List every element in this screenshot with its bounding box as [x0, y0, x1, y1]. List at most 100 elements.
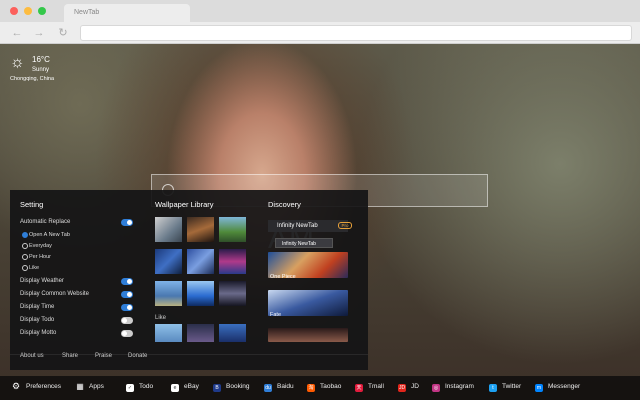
wallpaper-thumbnail[interactable] [219, 281, 246, 306]
reload-icon[interactable]: ↻ [56, 26, 70, 40]
ebay-icon: e [171, 384, 179, 392]
shortcut-label: Messenger [548, 383, 581, 390]
check-icon: ✓ [126, 384, 134, 392]
grid-icon: ▦ [76, 382, 84, 391]
wallpaper-thumbnail[interactable] [187, 217, 214, 242]
maximize-window-button[interactable] [38, 7, 46, 15]
navigation-bar: ← → ↻ [0, 22, 640, 44]
donate-link[interactable]: Donate [128, 353, 147, 359]
title-bar: NewTab [0, 0, 640, 22]
instagram-icon: ◎ [432, 384, 440, 392]
liked-wallpaper-thumbnail[interactable] [155, 324, 182, 342]
liked-wallpaper-thumbnail[interactable] [219, 324, 246, 342]
shortcut-taobao[interactable]: 淘 Taobao [307, 380, 341, 394]
radio-label: Open A New Tab [29, 232, 70, 238]
shortcut-ebay[interactable]: e eBay [171, 380, 199, 394]
minimize-window-button[interactable] [24, 7, 32, 15]
display-weather-label: Display Weather [20, 278, 64, 284]
display-time-toggle[interactable] [121, 304, 133, 311]
close-window-button[interactable] [10, 7, 18, 15]
twitter-icon: t [489, 384, 497, 392]
shortcut-baidu[interactable]: du Baidu [264, 380, 294, 394]
discovery-card-label: One Piece [270, 274, 296, 280]
automatic-replace-label: Automatic Replace [20, 219, 71, 225]
arrow-left-icon[interactable]: ← [10, 26, 24, 40]
wallpaper-background: ☼ 16°C Sunny Chongqing, China AM Setting… [0, 44, 640, 400]
discovery-title: Discovery [268, 200, 301, 209]
shortcut-label: Booking [226, 383, 250, 390]
gear-icon: ⚙ [11, 381, 21, 391]
display-motto-toggle[interactable] [121, 330, 133, 337]
messenger-icon: m [535, 384, 543, 392]
display-weather-toggle[interactable] [121, 278, 133, 285]
address-bar[interactable] [80, 25, 632, 41]
shortcut-tmall[interactable]: 天 Tmall [355, 380, 384, 394]
shortcut-label: Baidu [277, 383, 294, 390]
radio-like[interactable]: Like [22, 265, 39, 271]
preferences-button[interactable]: ⚙ Preferences [11, 380, 61, 394]
about-us-link[interactable]: About us [20, 353, 44, 359]
pro-badge: Pro [338, 222, 352, 229]
radio-label: Everyday [29, 243, 52, 249]
share-link[interactable]: Share [62, 353, 78, 359]
preferences-panel: Setting Automatic Replace Open A New Tab… [10, 190, 368, 370]
infinity-newtab-label: Infinity NewTab [277, 223, 318, 229]
shortcut-messenger[interactable]: m Messenger [535, 380, 580, 394]
wallpaper-thumbnail[interactable] [219, 217, 246, 242]
radio-per-hour[interactable]: Per Hour [22, 254, 51, 260]
sun-icon: ☼ [10, 54, 25, 71]
shortcut-instagram[interactable]: ◎ Instagram [432, 380, 474, 394]
liked-wallpaper-thumbnail[interactable] [187, 324, 214, 342]
display-motto-label: Display Motto [20, 330, 57, 336]
weather-location: Chongqing, China [10, 76, 55, 82]
newtab-tooltip: Infinity NewTab [275, 238, 333, 248]
bottom-bar: ⚙ Preferences ▦ Apps ✓ Todo e eBay B Booking … [0, 376, 640, 400]
discovery-card-label: Fate [270, 312, 282, 318]
wallpaper-thumbnail[interactable] [219, 249, 246, 274]
like-section-label: Like [155, 315, 167, 321]
wallpaper-library-title: Wallpaper Library [155, 200, 214, 209]
shortcut-label: Tmall [368, 383, 384, 390]
browser-chrome: NewTab ← → ↻ [0, 0, 640, 44]
shortcut-label: Twitter [502, 383, 522, 390]
booking-icon: B [213, 384, 221, 392]
wallpaper-thumbnail[interactable] [187, 249, 214, 274]
tab-title: NewTab [74, 9, 100, 16]
apps-button[interactable]: ▦ Apps [76, 380, 104, 394]
setting-title: Setting [20, 200, 44, 209]
jd-icon: JD [398, 384, 406, 392]
radio-label: Like [29, 265, 40, 271]
shortcut-jd[interactable]: JD JD [398, 380, 419, 394]
wallpaper-thumbnail[interactable] [155, 217, 182, 242]
automatic-replace-toggle[interactable] [121, 219, 133, 226]
weather-temperature: 16°C [32, 55, 50, 64]
browser-tab[interactable]: NewTab [64, 4, 190, 22]
wallpaper-thumbnail[interactable] [155, 281, 182, 306]
shortcut-todo[interactable]: ✓ Todo [126, 380, 153, 394]
weather-condition: Sunny [32, 67, 50, 73]
taobao-icon: 淘 [307, 384, 315, 392]
display-todo-label: Display Todo [20, 317, 55, 323]
display-common-website-toggle[interactable] [121, 291, 133, 298]
infinity-newtab-button[interactable]: Infinity NewTab [268, 220, 348, 232]
wallpaper-thumbnail[interactable] [155, 249, 182, 274]
discovery-card-one-piece[interactable]: One Piece [268, 252, 348, 280]
tmall-icon: 天 [355, 384, 363, 392]
shortcut-booking[interactable]: B Booking [213, 380, 250, 394]
shortcut-label: JD [411, 383, 419, 390]
shortcut-label: eBay [184, 383, 199, 390]
display-todo-toggle[interactable] [121, 317, 133, 324]
shortcut-label: Instagram [445, 383, 474, 390]
apps-label: Apps [89, 383, 104, 390]
wallpaper-thumbnail[interactable] [187, 281, 214, 306]
discovery-card[interactable] [268, 328, 348, 342]
shortcut-twitter[interactable]: t Twitter [489, 380, 521, 394]
arrow-right-icon[interactable]: → [32, 26, 46, 40]
shortcut-label: Taobao [320, 383, 342, 390]
radio-everyday[interactable]: Everyday [22, 243, 52, 249]
discovery-card-fate[interactable]: Fate [268, 290, 348, 318]
display-common-website-label: Display Common Website [20, 291, 89, 297]
preferences-label: Preferences [26, 383, 62, 390]
radio-open-new-tab[interactable]: Open A New Tab [22, 232, 70, 238]
praise-link[interactable]: Praise [95, 353, 112, 359]
